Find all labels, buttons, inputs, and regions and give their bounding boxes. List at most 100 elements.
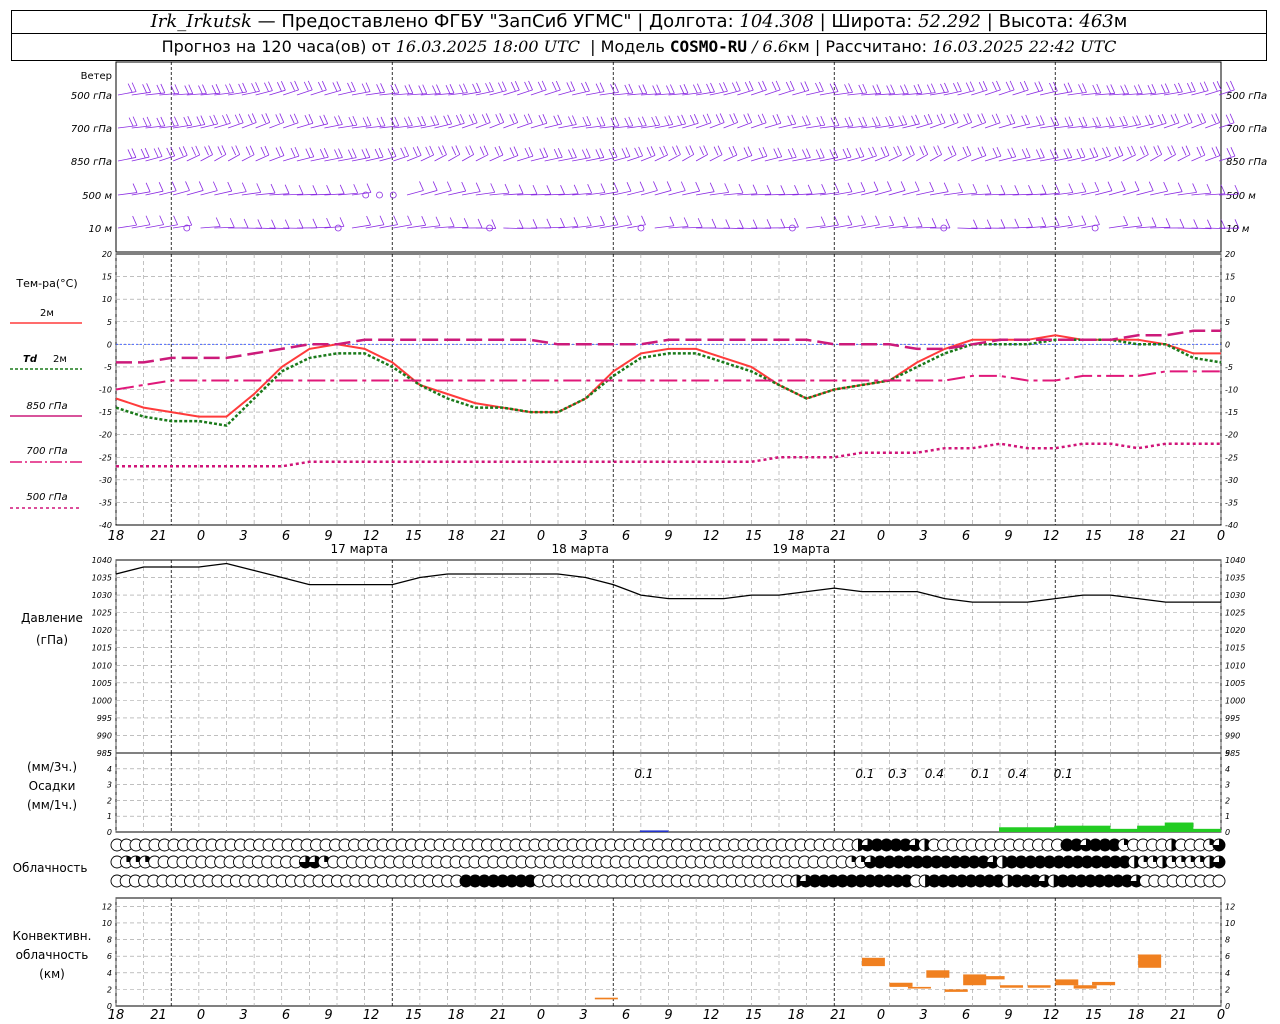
conv-tick-right: 12: [1225, 902, 1235, 911]
wind-barb: [936, 114, 942, 124]
wind-barb: [971, 155, 987, 162]
time-tick: 0: [877, 529, 885, 544]
wind-barb: [711, 218, 717, 229]
time-tick-bottom: 3: [579, 1008, 587, 1023]
conv-tick-left: 12: [102, 902, 112, 911]
temp-tick-right: 5: [1225, 318, 1230, 327]
wind-barb: [969, 81, 975, 91]
wind-barb: [1193, 219, 1199, 229]
wind-barb: [271, 219, 276, 229]
conv-cloud-segment: [889, 982, 913, 987]
precip-tick-left: 1: [107, 812, 112, 821]
wind-barb: [303, 81, 309, 91]
wind-barb: [815, 82, 820, 92]
wind-barb: [255, 121, 270, 129]
wind-barb: [804, 81, 810, 91]
wind-barb: [293, 113, 299, 123]
wind-barb: [503, 155, 519, 162]
wind-barb: [442, 145, 447, 155]
temp-title: Тем-ра(°С): [15, 277, 77, 290]
wind-barb: [518, 184, 524, 194]
wind-barb: [546, 185, 552, 195]
wind-barb: [1211, 114, 1217, 124]
wind-barb: [249, 145, 255, 155]
temp-tick-left: 15: [102, 273, 112, 282]
wind-barb: [967, 113, 973, 123]
wind-barb: [1200, 145, 1206, 156]
pressure-tick-right: 990: [1225, 731, 1240, 740]
conv-tick-right: 10: [1225, 919, 1235, 928]
wind-barb: [1139, 146, 1145, 156]
wind-barb: [875, 116, 881, 126]
wind-barb: [664, 116, 670, 126]
wind-barb: [719, 83, 724, 93]
conv-tick-left: 6: [107, 952, 112, 961]
pressure-tick-right: 1015: [1225, 644, 1245, 653]
wind-barb: [451, 146, 457, 156]
wind-barb: [560, 217, 565, 228]
wind-barb: [445, 85, 451, 94]
wind-barb: [581, 82, 586, 92]
wind-barb: [390, 84, 396, 94]
wind-barb: [847, 215, 853, 225]
wind-barb: [317, 81, 323, 91]
temp-tick-right: 20: [1225, 250, 1235, 259]
wind-barb: [365, 148, 371, 158]
wind-barb: [222, 115, 227, 125]
wind-barb: [361, 149, 367, 159]
precip-value-label: 0.4: [925, 767, 944, 781]
wind-barb: [680, 181, 686, 191]
wind-barb: [903, 216, 909, 226]
wind-barb: [652, 85, 658, 95]
wind-barb: [361, 83, 367, 93]
wind-barb: [600, 183, 606, 193]
wind-barb: [1021, 115, 1027, 125]
wind-barb: [394, 116, 400, 127]
wind-barb: [1039, 148, 1045, 158]
precip-bar: [1164, 822, 1194, 832]
wind-barb: [366, 116, 372, 126]
pressure-tick-right: 995: [1225, 714, 1240, 723]
wind-barb: [998, 89, 1015, 96]
wind-barb: [963, 114, 969, 124]
wind-barb: [953, 83, 958, 92]
wind-barb: [612, 147, 618, 158]
conv-tick-left: 10: [102, 919, 112, 928]
wind-barb: [805, 115, 811, 125]
conv-cloud-segment: [944, 989, 968, 992]
conv-cloud-segment: [1000, 985, 1024, 988]
wind-barb: [298, 184, 304, 195]
temp-tick-left: -30: [99, 476, 112, 485]
wind-barb: [260, 146, 266, 156]
time-tick-bottom: 18: [448, 1008, 465, 1023]
wind-barb: [421, 115, 427, 126]
wind-barb: [1230, 80, 1235, 91]
wind-barb: [509, 114, 515, 124]
wind-barb: [127, 83, 133, 93]
precip-bar: [1192, 828, 1221, 832]
wind-barb: [261, 114, 267, 124]
wind-barb: [339, 184, 345, 194]
wind-barb: [560, 185, 565, 195]
conv-tick-right: 0: [1225, 1002, 1230, 1011]
wind-barb: [715, 114, 721, 124]
wind-barb: [568, 149, 573, 159]
wind-barb: [642, 84, 648, 94]
wind-barb: [996, 146, 1002, 157]
wind-barb: [284, 219, 290, 229]
wind-barb: [447, 114, 452, 125]
wind-barb: [916, 154, 928, 162]
pressure-tick-left: 1005: [92, 679, 112, 688]
wind-barb: [495, 114, 501, 124]
wind-barb: [1206, 183, 1212, 194]
wind-barb: [1190, 82, 1196, 92]
wind-barb: [771, 81, 777, 91]
wind-barb: [420, 154, 434, 162]
wind-barb: [738, 183, 744, 194]
wind-barb: [732, 145, 738, 156]
wind-barb: [986, 219, 992, 229]
wind-barb: [880, 147, 886, 157]
time-tick: 18: [448, 529, 465, 544]
wind-barb: [1035, 149, 1041, 159]
temp-tick-right: -10: [1225, 386, 1238, 395]
